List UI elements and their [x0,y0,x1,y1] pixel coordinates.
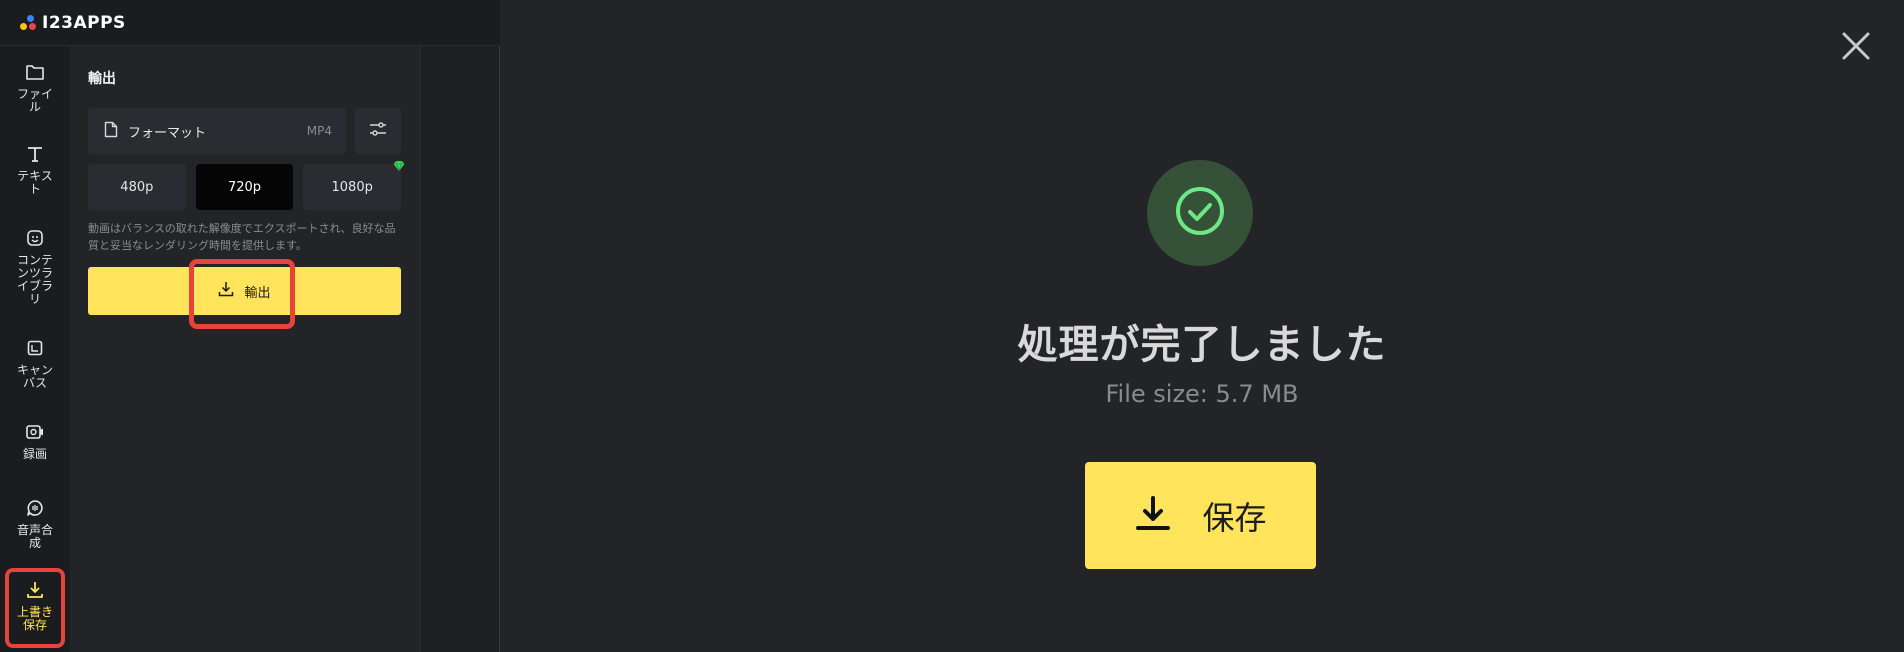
close-button[interactable] [1836,28,1876,68]
settings-button[interactable] [355,108,401,154]
check-circle-icon [1174,185,1226,241]
export-settings-panel: 輸出 フォーマット MP4 480p 720p 1080p 動画はバランスの取れ… [70,46,420,652]
completion-title: 処理が完了しました [1017,322,1387,368]
sidebar-item-label: キャンバス [16,363,53,390]
sidebar-item-record[interactable]: 録画 [5,420,65,461]
sidebar-item-content-library[interactable]: コンテンツライブラリ [5,226,65,306]
resolution-label: 1080p [331,179,373,195]
format-label: フォーマット [128,125,207,141]
sidebar-item-label: コンテンツライブラリ [16,253,53,306]
sidebar-item-canvas[interactable]: キャンバス [5,336,65,390]
sidebar-item-label: 録画 [22,447,47,461]
sliders-icon [369,121,387,141]
download-icon [218,281,234,301]
editor-panel: I23APPS ファイル テキスト コンテンツライブラリ キャンバス 録画 音声… [0,0,500,652]
text-icon [23,142,47,166]
premium-gem-icon [393,160,405,172]
format-value: MP4 [306,124,332,138]
file-size-text: File size: 5.7 MB [1105,380,1299,408]
app-logo[interactable]: I23APPS [42,13,126,33]
resolution-720p-button[interactable]: 720p [195,164,294,210]
folder-icon [23,60,47,84]
sidebar-item-label: テキスト [17,169,53,196]
save-button[interactable]: 保存 [1085,462,1316,569]
download-icon [1134,495,1172,537]
format-selector[interactable]: フォーマット MP4 [88,108,346,154]
close-icon [1841,31,1871,65]
success-indicator [1147,160,1253,266]
resolution-description: 動画はバランスの取れた解像度でエクスポートされ、良好な品質と妥当なレンダリング時… [88,222,396,252]
download-icon [23,578,47,602]
export-button[interactable]: 輸出 [88,267,401,315]
completion-modal: 処理が完了しました File size: 5.7 MB 保存 [500,0,1904,652]
export-button-label: 輸出 [244,285,271,301]
resolution-1080p-button[interactable]: 1080p [303,160,405,210]
sidebar-item-files[interactable]: ファイル [5,60,65,114]
sidebar-item-voice[interactable]: 音声合成 [5,496,65,550]
sticker-icon [23,226,47,250]
sidebar-item-label: ファイル [16,87,53,114]
record-icon [23,420,47,444]
file-icon [104,121,118,142]
sidebar-item-text[interactable]: テキスト [5,142,65,196]
save-button-label: 保存 [1202,498,1267,537]
panel-divider [420,46,421,652]
sidebar-item-label: 音声合成 [16,523,53,550]
top-bar: I23APPS [0,0,500,46]
sidebar: ファイル テキスト コンテンツライブラリ キャンバス 録画 音声合成 上書き保存 [0,46,70,652]
canvas-icon [23,336,47,360]
sidebar-item-label: 上書き保存 [16,605,53,632]
logo-icon [20,14,38,32]
resolution-480p-button[interactable]: 480p [88,164,186,210]
sidebar-item-overwrite-save[interactable]: 上書き保存 [5,568,65,648]
resolution-selector: 480p 720p 1080p [88,160,405,210]
panel-title: 輸出 [88,71,116,87]
voice-icon [23,496,47,520]
